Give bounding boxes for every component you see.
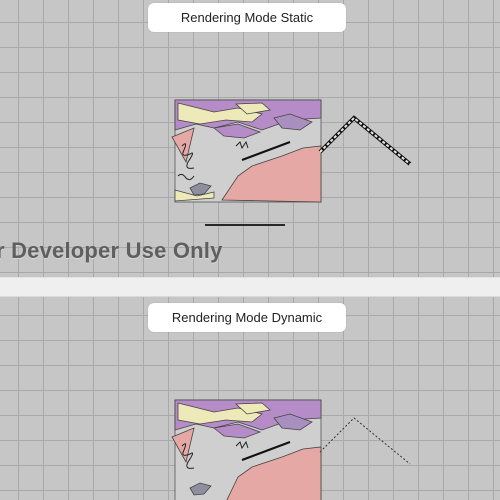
- chevron-line-dotted: [319, 417, 411, 465]
- map-drawing-dynamic: [171, 399, 411, 500]
- watermark-text: r Developer Use Only: [0, 238, 223, 263]
- panel-divider: [0, 277, 500, 297]
- chevron-line: [318, 115, 412, 166]
- dynamic-render-panel: Rendering Mode Dynamic: [0, 297, 500, 500]
- map-drawing-static: [171, 99, 412, 226]
- static-render-panel: Rendering Mode Static r Developer Use On…: [0, 0, 500, 277]
